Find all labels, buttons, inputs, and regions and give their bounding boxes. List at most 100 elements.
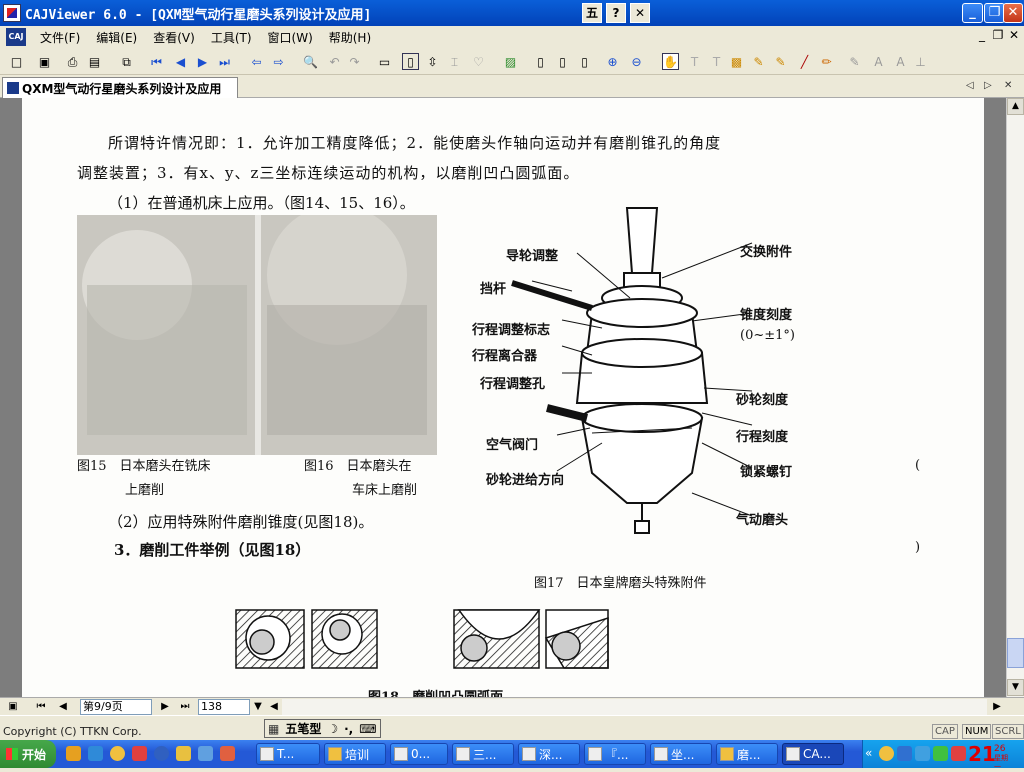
fit-page-icon[interactable]: ▯ xyxy=(532,53,549,70)
prev-page-icon[interactable]: ◀ xyxy=(172,53,189,70)
nav-next-icon[interactable]: ▶ xyxy=(158,699,172,715)
task-item-1[interactable]: T... xyxy=(256,743,320,765)
next-page-icon[interactable]: ▶ xyxy=(194,53,211,70)
minimize-button[interactable]: _ xyxy=(962,3,983,23)
image-icon[interactable]: ▨ xyxy=(502,53,519,70)
task-item-3[interactable]: 0... xyxy=(390,743,448,765)
note-icon[interactable]: A xyxy=(892,53,909,70)
mdi-restore-button[interactable]: ❐ xyxy=(990,28,1006,42)
undo-icon[interactable]: ↶ xyxy=(326,53,343,70)
ime-logo-icon[interactable]: ▦ xyxy=(265,722,282,736)
tab-next-icon[interactable]: ▷ xyxy=(984,80,992,91)
tray-security-icon[interactable] xyxy=(933,746,948,761)
quicklaunch-desktop-icon[interactable] xyxy=(198,746,213,761)
menu-file[interactable]: 文件(F) xyxy=(32,29,88,46)
facing-icon[interactable]: ⌶ xyxy=(446,53,463,70)
tray-expand-icon[interactable]: « xyxy=(865,746,872,760)
print-icon[interactable]: ⎙ xyxy=(64,53,81,70)
pen-icon[interactable]: ╱ xyxy=(796,53,813,70)
ime-moon-icon[interactable]: ☽ xyxy=(324,722,341,736)
forward-icon[interactable]: ⇨ xyxy=(270,53,287,70)
hscroll-right-icon[interactable]: ▶ xyxy=(990,699,1004,715)
quicklaunch-app-icon[interactable] xyxy=(132,746,147,761)
maximize-button[interactable]: ❐ xyxy=(984,3,1005,23)
start-button[interactable]: 开始 xyxy=(0,740,56,768)
quicklaunch-tool-icon[interactable] xyxy=(220,746,235,761)
task-item-5[interactable]: 深... xyxy=(518,743,580,765)
scroll-down-icon[interactable]: ▼ xyxy=(1007,679,1024,696)
hand-icon[interactable]: ✋ xyxy=(662,53,679,70)
task-item-7[interactable]: 坐... xyxy=(650,743,712,765)
quicklaunch-qq-icon[interactable] xyxy=(110,746,125,761)
clock-hour[interactable]: 21 xyxy=(968,743,996,765)
eraser-icon[interactable]: ✏ xyxy=(818,53,835,70)
back-icon[interactable]: ⇦ xyxy=(248,53,265,70)
quicklaunch-ie-icon[interactable] xyxy=(88,746,103,761)
horizontal-scroll-track[interactable] xyxy=(282,699,987,715)
ocr-icon[interactable]: ▩ xyxy=(728,53,745,70)
print-preview-icon[interactable]: ▤ xyxy=(86,53,103,70)
last-page-icon[interactable]: ⏭ xyxy=(216,53,233,70)
continuous-icon[interactable]: ⇳ xyxy=(424,53,441,70)
menu-edit[interactable]: 编辑(E) xyxy=(88,29,145,46)
thumbnail-toggle-icon[interactable]: ▣ xyxy=(6,699,20,715)
help-button[interactable]: ? xyxy=(606,3,626,23)
tray-volume-icon[interactable] xyxy=(915,746,930,761)
single-page-icon[interactable]: ▯ xyxy=(402,53,419,70)
ime-bar[interactable]: ▦ 五笔型 ☽ ·, ⌨ xyxy=(264,719,381,738)
ime-toggle-button[interactable]: 五 xyxy=(582,3,602,23)
zoom-out-icon[interactable]: ⊖ xyxy=(628,53,645,70)
doc-menu-icon[interactable]: CAJ xyxy=(6,28,26,46)
redo-icon[interactable]: ↷ xyxy=(346,53,363,70)
menu-view[interactable]: 查看(V) xyxy=(145,29,203,46)
first-page-icon[interactable]: ⏮ xyxy=(148,53,165,70)
document-tab[interactable]: QXM型气动行星磨头系列设计及应用 xyxy=(2,77,238,98)
tray-antivirus-icon[interactable] xyxy=(951,746,966,761)
nav-first-icon[interactable]: ⏮ xyxy=(34,699,48,715)
anchor-icon[interactable]: ⊥ xyxy=(912,53,929,70)
save-icon[interactable]: ▣ xyxy=(36,53,53,70)
task-item-6[interactable]: 『... xyxy=(584,743,646,765)
quicklaunch-folder-icon[interactable] xyxy=(176,746,191,761)
actual-size-icon[interactable]: ▯ xyxy=(576,53,593,70)
menu-tools[interactable]: 工具(T) xyxy=(203,29,260,46)
tray-network-icon[interactable] xyxy=(897,746,912,761)
menu-help[interactable]: 帮助(H) xyxy=(321,29,379,46)
close-button[interactable]: ✕ xyxy=(1003,3,1023,23)
task-item-8[interactable]: 磨... xyxy=(716,743,778,765)
stamp-icon[interactable]: ✎ xyxy=(846,53,863,70)
text-copy-icon[interactable]: ▭ xyxy=(376,53,393,70)
tab-prev-icon[interactable]: ◁ xyxy=(966,80,974,91)
task-item-2[interactable]: 培训 xyxy=(324,743,386,765)
highlight-icon[interactable]: ✎ xyxy=(750,53,767,70)
fit-width-icon[interactable]: ▯ xyxy=(554,53,571,70)
quicklaunch-media-icon[interactable] xyxy=(154,746,169,761)
task-item-9[interactable]: CA... xyxy=(782,743,844,765)
nav-prev-icon[interactable]: ◀ xyxy=(56,699,70,715)
find-icon[interactable]: 🔍 xyxy=(302,53,319,70)
vertical-scrollbar[interactable]: ▲ ▼ xyxy=(1006,98,1024,697)
document-view[interactable]: 所谓特许情况即：1．允许加工精度降低；2．能使磨头作轴向运动并有磨削锥孔的角度 … xyxy=(0,98,1006,697)
page-number-field[interactable]: 第9/9页 xyxy=(80,699,152,715)
select-text-icon[interactable]: T xyxy=(686,53,703,70)
app-icon[interactable] xyxy=(3,4,21,22)
tab-close-icon[interactable]: ✕ xyxy=(1004,80,1012,91)
mdi-close-button[interactable]: ✕ xyxy=(1006,28,1022,42)
new-icon[interactable]: □ xyxy=(8,53,25,70)
tray-qq-icon[interactable] xyxy=(879,746,894,761)
thumbnail-icon[interactable]: ♡ xyxy=(470,53,487,70)
hscroll-left-icon[interactable]: ◀ xyxy=(268,699,280,715)
ime-keyboard-icon[interactable]: ⌨ xyxy=(356,722,379,736)
close-doc-icon[interactable]: ✕ xyxy=(630,3,650,23)
ime-punct-icon[interactable]: ·, xyxy=(341,722,356,736)
text-icon[interactable]: A xyxy=(870,53,887,70)
scroll-up-icon[interactable]: ▲ xyxy=(1007,98,1024,115)
mdi-minimize-button[interactable]: _ xyxy=(974,28,990,42)
quicklaunch-browser-icon[interactable] xyxy=(66,746,81,761)
nav-last-icon[interactable]: ⏭ xyxy=(178,699,192,715)
underline-icon[interactable]: ✎ xyxy=(772,53,789,70)
zoom-select[interactable]: 138 xyxy=(198,699,250,715)
select-image-icon[interactable]: T xyxy=(708,53,725,70)
zoom-dropdown-icon[interactable]: ▼ xyxy=(252,699,264,715)
task-item-4[interactable]: 三... xyxy=(452,743,514,765)
